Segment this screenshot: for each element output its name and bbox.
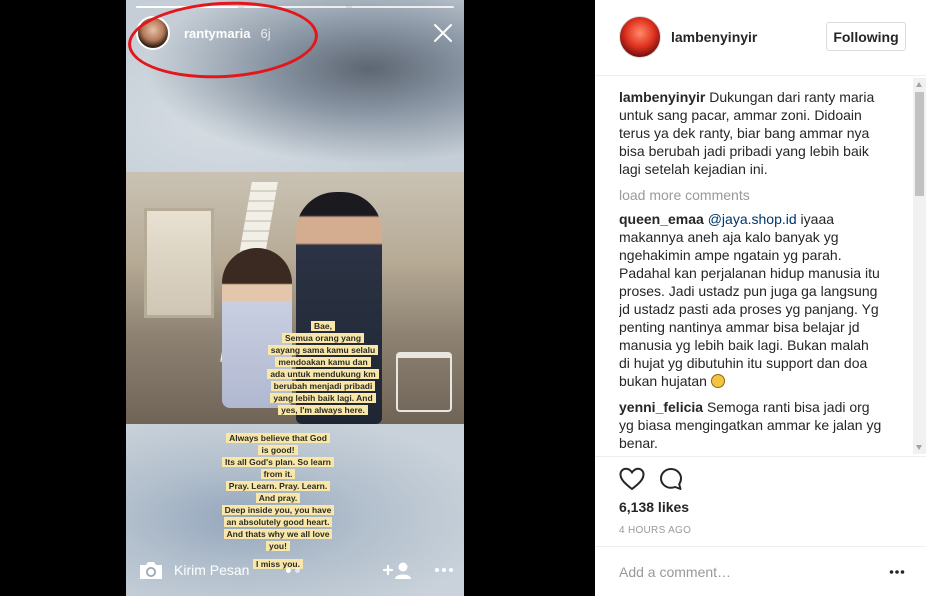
sticker-line: Semua orang yang: [236, 332, 410, 344]
sticker-line-text: Deep inside you, you have: [221, 505, 335, 515]
sticker-line: And thats why we all love: [200, 528, 356, 540]
scroll-down-arrow-icon[interactable]: [916, 445, 922, 450]
sticker-line-text: Semua orang yang: [281, 333, 365, 343]
sticker-line: yang lebih baik lagi. And: [236, 392, 410, 404]
sticker-line: sayang sama kamu selalu: [236, 344, 410, 356]
sticker-line-text: Pray. Learn. Pray. Learn.: [225, 481, 331, 491]
comment-mention-link[interactable]: @jaya.shop.id: [708, 211, 797, 227]
sticker-line-text: Its all God's plan. So learn: [222, 457, 334, 467]
post-header: lambenyinyir Following: [595, 0, 926, 76]
comment-item: queen_emaa @jaya.shop.id iyaaa makannya …: [619, 210, 883, 390]
scroll-up-arrow-icon[interactable]: [916, 82, 922, 87]
add-comment-input[interactable]: [619, 561, 869, 583]
add-person-icon[interactable]: [382, 559, 414, 581]
instagram-viewer: rantymaria 6j Bae, Semua orang yang sayang…: [0, 0, 926, 596]
sticker-line: is good!: [200, 444, 356, 456]
sticker-line-text: berubah menjadi pribadi: [270, 381, 376, 391]
sticker-line: Always believe that God: [200, 432, 356, 444]
add-comment-bar: [595, 546, 926, 596]
sticker-line-text: yang lebih baik lagi. And: [270, 393, 376, 403]
progress-segment-3: [352, 6, 454, 8]
sticker-line-text: an absolutely good heart.: [223, 517, 333, 527]
post-username[interactable]: lambenyinyir: [671, 29, 757, 45]
story-page-dots: [286, 568, 300, 573]
photo-window: [144, 208, 214, 318]
comment-text: iyaaa makannya aneh aja kalo banyak yg n…: [619, 211, 880, 389]
sticker-line-text: ada untuk mendukung km: [267, 369, 379, 379]
story-footer: Kirim Pesan: [126, 550, 464, 596]
sad-face-emoji-icon: [710, 374, 725, 388]
sticker-line: Bae,: [236, 320, 410, 332]
sticker-line-text: And thats why we all love: [223, 529, 333, 539]
caption-username[interactable]: lambenyinyir: [619, 89, 705, 105]
sticker-line: berubah menjadi pribadi: [236, 380, 410, 392]
post-actions: 6,138 likes 4 HOURS AGO: [595, 456, 926, 536]
likes-count[interactable]: 6,138 likes: [619, 499, 689, 515]
sticker-line: from it.: [200, 468, 356, 480]
send-message-field[interactable]: Kirim Pesan: [174, 559, 249, 581]
camera-icon[interactable]: [138, 559, 164, 581]
comments-list[interactable]: lambenyinyir Dukungan dari ranty maria u…: [619, 88, 883, 448]
more-options-icon[interactable]: [889, 563, 905, 581]
sticker-line: Pray. Learn. Pray. Learn.: [200, 480, 356, 492]
comment-username[interactable]: yenni_felicia: [619, 399, 703, 415]
sticker-line-text: from it.: [260, 469, 296, 479]
sticker-line: Deep inside you, you have: [200, 504, 356, 516]
post-avatar[interactable]: [619, 16, 661, 58]
more-options-icon[interactable]: [434, 559, 454, 581]
sticker-line-text: is good!: [258, 445, 298, 455]
sticker-line: Its all God's plan. So learn: [200, 456, 356, 468]
heart-icon[interactable]: [619, 467, 645, 491]
sticker-line: And pray.: [200, 492, 356, 504]
comment-username[interactable]: queen_emaa: [619, 211, 704, 227]
post-panel: lambenyinyir Following lambenyinyir Duku…: [595, 0, 926, 596]
text-sticker-message: Bae, Semua orang yang sayang sama kamu sel…: [236, 320, 410, 416]
sticker-line: an absolutely good heart.: [200, 516, 356, 528]
page-dot-active: [286, 568, 291, 573]
following-button[interactable]: Following: [826, 22, 906, 51]
caption: lambenyinyir Dukungan dari ranty maria u…: [619, 88, 883, 178]
sticker-line: ada untuk mendukung km: [236, 368, 410, 380]
comment-icon[interactable]: [659, 467, 683, 491]
sticker-line: yes, I'm always here.: [236, 404, 410, 416]
sticker-line-text: yes, I'm always here.: [278, 405, 368, 415]
sticker-line: mendoakan kamu dan: [236, 356, 410, 368]
close-icon[interactable]: [432, 22, 454, 44]
page-dot: [295, 568, 300, 573]
post-timestamp: 4 HOURS AGO: [619, 525, 692, 536]
story-viewer[interactable]: rantymaria 6j Bae, Semua orang yang sayang…: [126, 0, 464, 596]
load-more-comments-link[interactable]: load more comments: [619, 186, 883, 204]
sticker-line-text: mendoakan kamu dan: [275, 357, 371, 367]
sticker-line-text: Always believe that God: [226, 433, 330, 443]
comment-item: yenni_felicia Semoga ranti bisa jadi org…: [619, 398, 883, 448]
comments-scrollbar[interactable]: [913, 78, 926, 454]
scrollbar-thumb[interactable]: [915, 92, 924, 196]
sticker-line-text: And pray.: [255, 493, 301, 503]
sticker-line-text: Bae,: [311, 321, 335, 331]
sticker-line-text: sayang sama kamu selalu: [267, 345, 379, 355]
